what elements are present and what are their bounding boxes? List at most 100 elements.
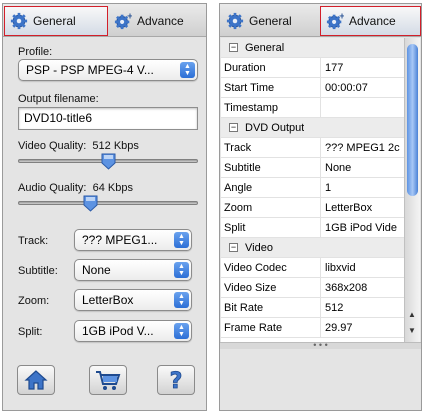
home-button[interactable] (17, 365, 55, 395)
tab-general-label: General (33, 14, 76, 28)
profile-select[interactable]: PSP - PSP MPEG-4 V... ▲ ▼ (18, 59, 198, 81)
subtitle-value: None (82, 263, 111, 277)
property-key: Duration (221, 58, 321, 77)
tab-general-label: General (249, 14, 292, 28)
updown-arrows-icon: ▲ ▼ (180, 62, 195, 78)
property-row[interactable]: Duration 177 (221, 58, 404, 78)
property-row[interactable]: Split 1GB iPod Vide (221, 218, 404, 238)
scroll-up-arrow-icon[interactable]: ▲ (408, 310, 416, 319)
profile-label: Profile: (18, 46, 53, 58)
property-row[interactable]: Angle 1 (221, 178, 404, 198)
gear-icon (226, 12, 244, 30)
category-cell: − Video (221, 238, 273, 257)
updown-arrows-icon: ▲ ▼ (174, 323, 189, 339)
property-value[interactable]: None (321, 158, 404, 177)
property-row[interactable]: Track??? MPEG1 2c (221, 138, 404, 158)
tab-general[interactable]: General (4, 6, 108, 36)
tab-advance[interactable]: + Advance (320, 6, 421, 36)
gear-icon (10, 12, 28, 30)
property-value[interactable]: 1 (321, 178, 404, 197)
cart-button[interactable] (89, 365, 127, 395)
property-row[interactable]: Subtitle None (221, 158, 404, 178)
audio-quality-caption: Audio Quality: (18, 182, 87, 194)
property-value[interactable]: 1GB iPod Vide (321, 218, 404, 237)
collapse-toggle-icon[interactable]: − (229, 243, 238, 252)
scrollbar-thumb[interactable] (407, 44, 418, 196)
vertical-scrollbar[interactable]: ▲ ▼ (404, 38, 420, 342)
property-key: Video Size (221, 278, 321, 297)
splitter-handle[interactable]: • • • (220, 341, 421, 350)
collapse-toggle-icon[interactable]: − (229, 43, 238, 52)
output-filename-field[interactable]: DVD10-title6 (18, 107, 198, 130)
property-key: Timestamp (221, 98, 321, 117)
advance-panel: General + Advance −GeneralDuration177Sta… (219, 3, 422, 411)
svg-text:+: + (339, 12, 344, 20)
zoom-label: Zoom: (18, 295, 50, 307)
track-label: Track: (18, 235, 49, 247)
category-cell: − DVD Output (221, 118, 304, 137)
property-row[interactable]: Timestamp (221, 98, 404, 118)
video-quality-caption: Video Quality: (18, 140, 87, 152)
property-value[interactable]: 512 (321, 298, 404, 317)
property-value[interactable]: 29.97 (321, 318, 404, 337)
split-label: Split: (18, 326, 43, 338)
property-key: Video Codec (221, 258, 321, 277)
category-label: General (245, 41, 285, 54)
category-label: DVD Output (245, 121, 305, 134)
svg-text:?: ? (170, 369, 183, 392)
help-button[interactable]: ? (157, 365, 195, 395)
property-value[interactable]: libxvid (321, 258, 404, 277)
property-key: Frame Rate (221, 318, 321, 337)
property-value[interactable] (321, 98, 404, 117)
category-cell: − General (221, 38, 284, 57)
description-area (220, 349, 421, 410)
property-key: Track (221, 138, 321, 157)
updown-arrows-icon: ▲ ▼ (174, 292, 189, 308)
split-select[interactable]: 1GB iPod V... ▲ ▼ (74, 320, 192, 342)
updown-arrows-icon: ▲ ▼ (174, 262, 189, 278)
zoom-select[interactable]: LetterBox ▲ ▼ (74, 289, 192, 311)
subtitle-label: Subtitle: (18, 265, 58, 277)
property-row[interactable]: Video Codec libxvid (221, 258, 404, 278)
svg-text:+: + (127, 12, 132, 20)
category-row[interactable]: − General (221, 38, 404, 58)
audio-quality-value: 64 Kbps (92, 182, 133, 194)
tab-general[interactable]: General (221, 6, 319, 36)
video-quality-value: 512 Kbps (92, 140, 139, 152)
zoom-value: LetterBox (82, 293, 134, 307)
property-row[interactable]: Start Time 00:00:07 (221, 78, 404, 98)
property-value[interactable]: 368x208 (321, 278, 404, 297)
property-value[interactable]: LetterBox (321, 198, 404, 217)
property-value[interactable]: ??? MPEG1 2c (321, 138, 404, 157)
category-row[interactable]: − DVD Output (221, 118, 404, 138)
tab-advance-label: Advance (349, 14, 396, 28)
track-value: ??? MPEG1... (82, 233, 158, 247)
category-row[interactable]: − Video (221, 238, 404, 258)
property-value[interactable]: 00:00:07 (321, 78, 404, 97)
property-row[interactable]: Bit Rate 512 (221, 298, 404, 318)
subtitle-select[interactable]: None ▲ ▼ (74, 259, 192, 281)
video-quality-slider-thumb[interactable] (101, 153, 116, 170)
video-quality-label: Video Quality: 512 Kbps (18, 140, 139, 152)
audio-quality-slider[interactable] (18, 201, 198, 205)
property-key: Start Time (221, 78, 321, 97)
general-panel: General + Advance Profile: PSP - PSP MPE… (2, 3, 207, 411)
tab-advance[interactable]: + Advance (109, 6, 207, 36)
left-tabbar: General + Advance (3, 4, 206, 37)
help-icon: ? (169, 369, 183, 392)
profile-value: PSP - PSP MPEG-4 V... (26, 63, 154, 77)
property-key: Bit Rate (221, 298, 321, 317)
gear-plus-icon: + (326, 12, 344, 30)
scroll-down-arrow-icon[interactable]: ▼ (408, 326, 416, 335)
property-value[interactable]: 177 (321, 58, 404, 77)
track-select[interactable]: ??? MPEG1... ▲ ▼ (74, 229, 192, 251)
collapse-toggle-icon[interactable]: − (229, 123, 238, 132)
property-grid[interactable]: − General Duration 177 Start Time 00:00:07 Tim… (221, 38, 404, 342)
right-tabbar: General + Advance (220, 4, 421, 37)
property-row[interactable]: Zoom LetterBox (221, 198, 404, 218)
output-filename-label: Output filename: (18, 93, 99, 105)
audio-quality-label: Audio Quality: 64 Kbps (18, 182, 133, 194)
property-row[interactable]: Video Size 368x208 (221, 278, 404, 298)
property-row[interactable]: Frame Rate 29.97 (221, 318, 404, 338)
audio-quality-slider-thumb[interactable] (83, 195, 98, 212)
